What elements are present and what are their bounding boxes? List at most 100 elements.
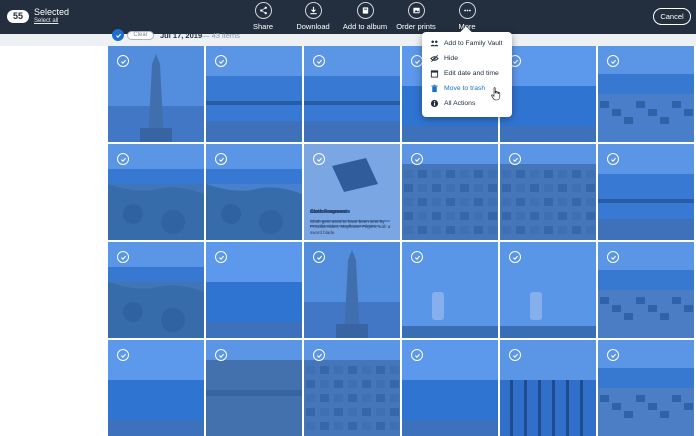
- checkmark-icon: [316, 353, 322, 358]
- selected-check[interactable]: [313, 153, 325, 165]
- checkmark-icon: [218, 255, 224, 260]
- photo-tile[interactable]: [402, 144, 498, 240]
- photo-caption-title: Cloth Fragment: [310, 209, 347, 215]
- checkmark-icon: [610, 255, 616, 260]
- selected-check[interactable]: [215, 153, 227, 165]
- checkmark-icon: [316, 255, 322, 260]
- checkmark-icon: [414, 353, 420, 358]
- selected-check[interactable]: [117, 349, 129, 361]
- selected-check[interactable]: [509, 349, 521, 361]
- checkmark-icon: [316, 157, 322, 162]
- selected-check[interactable]: [215, 251, 227, 263]
- cancel-button[interactable]: Cancel: [653, 8, 691, 25]
- photo-grid: Cloth Fragment Cloth gem used to have bee…: [108, 46, 694, 436]
- photo-tile[interactable]: [500, 340, 596, 436]
- checkmark-icon: [414, 255, 420, 260]
- photo-tile[interactable]: [598, 340, 694, 436]
- photo-tile[interactable]: [206, 242, 302, 338]
- download-button[interactable]: Download: [283, 2, 343, 31]
- selected-check[interactable]: [411, 153, 423, 165]
- photo-tile[interactable]: [206, 46, 302, 142]
- selected-count-badge: 55: [7, 10, 29, 23]
- checkmark-icon: [414, 59, 420, 64]
- selected-check[interactable]: [117, 55, 129, 67]
- checkmark-icon: [414, 157, 420, 162]
- album-icon: [356, 2, 374, 19]
- menu-item-label: Add to Family Vault: [444, 40, 503, 47]
- more-actions-menu: Add to Family Vault Hide Edit date and t…: [422, 32, 512, 117]
- photo-tile[interactable]: [304, 46, 400, 142]
- photo-tile[interactable]: Cloth Fragment Cloth gem used to have bee…: [304, 144, 400, 240]
- checkmark-icon: [512, 59, 518, 64]
- checkmark-icon: [120, 353, 126, 358]
- selected-check[interactable]: [313, 349, 325, 361]
- menu-item-label: All Actions: [444, 100, 476, 107]
- family-vault-icon: [429, 39, 439, 48]
- checkmark-icon: [610, 353, 616, 358]
- more-icon: [458, 2, 476, 19]
- checkmark-icon: [218, 157, 224, 162]
- selected-check[interactable]: [411, 349, 423, 361]
- hide-eye-icon: [429, 54, 439, 63]
- photo-tile[interactable]: [500, 46, 596, 142]
- share-icon: [254, 2, 272, 19]
- selected-check[interactable]: [313, 251, 325, 263]
- download-icon: [304, 2, 322, 19]
- photo-tile[interactable]: [108, 242, 204, 338]
- photo-tile[interactable]: [402, 242, 498, 338]
- selected-check[interactable]: [607, 55, 619, 67]
- photo-tile[interactable]: [108, 144, 204, 240]
- selected-check[interactable]: [607, 251, 619, 263]
- selected-check[interactable]: [215, 55, 227, 67]
- selected-check[interactable]: [411, 251, 423, 263]
- group-header-bar: [0, 34, 696, 46]
- select-all-link[interactable]: Select all: [34, 18, 58, 24]
- selected-check[interactable]: [509, 153, 521, 165]
- calendar-icon: [429, 69, 439, 78]
- checkmark-icon: [218, 353, 224, 358]
- photo-tile[interactable]: [402, 340, 498, 436]
- checkmark-icon: [316, 59, 322, 64]
- selected-check[interactable]: [117, 251, 129, 263]
- trash-icon: [429, 84, 439, 93]
- checkmark-icon: [610, 157, 616, 162]
- photo-tile[interactable]: [500, 242, 596, 338]
- photo-tile[interactable]: [108, 46, 204, 142]
- photo-tile[interactable]: [500, 144, 596, 240]
- photo-tile[interactable]: [598, 46, 694, 142]
- selected-check[interactable]: [215, 349, 227, 361]
- selected-check[interactable]: [117, 153, 129, 165]
- clear-pill[interactable]: Clear: [127, 31, 154, 40]
- selected-label: Selected: [34, 7, 70, 17]
- menu-item-label: Move to trash: [444, 85, 486, 92]
- photo-tile[interactable]: [108, 340, 204, 436]
- info-icon: [429, 99, 439, 108]
- menu-item-label: Hide: [444, 55, 458, 62]
- group-select-check[interactable]: [112, 29, 124, 41]
- photo-tile[interactable]: [206, 340, 302, 436]
- checkmark-icon: [120, 157, 126, 162]
- menu-item-edit-date-time[interactable]: Edit date and time: [422, 66, 512, 81]
- selected-check[interactable]: [607, 153, 619, 165]
- photo-tile[interactable]: [598, 144, 694, 240]
- selected-check[interactable]: [607, 349, 619, 361]
- checkmark-icon: [512, 353, 518, 358]
- photo-caption-text: Cloth gem used to have been sent by Pris…: [310, 218, 391, 235]
- photo-tile[interactable]: [206, 144, 302, 240]
- menu-item-add-to-family-vault[interactable]: Add to Family Vault: [422, 36, 512, 51]
- prints-icon: [407, 2, 425, 19]
- group-date: Jul 17, 2019: [160, 31, 203, 40]
- photo-tile[interactable]: [304, 340, 400, 436]
- selection-toolbar: 55 Selected Select all Share Download Ad…: [0, 0, 696, 34]
- selected-check[interactable]: [509, 251, 521, 263]
- checkmark-icon: [610, 59, 616, 64]
- checkmark-icon: [512, 255, 518, 260]
- selected-check[interactable]: [313, 55, 325, 67]
- photo-tile[interactable]: [304, 242, 400, 338]
- menu-item-hide[interactable]: Hide: [422, 51, 512, 66]
- checkmark-icon: [218, 59, 224, 64]
- group-item-count: — 43 items: [202, 31, 240, 40]
- photo-tile[interactable]: [598, 242, 694, 338]
- checkmark-icon: [120, 59, 126, 64]
- checkmark-icon: [120, 255, 126, 260]
